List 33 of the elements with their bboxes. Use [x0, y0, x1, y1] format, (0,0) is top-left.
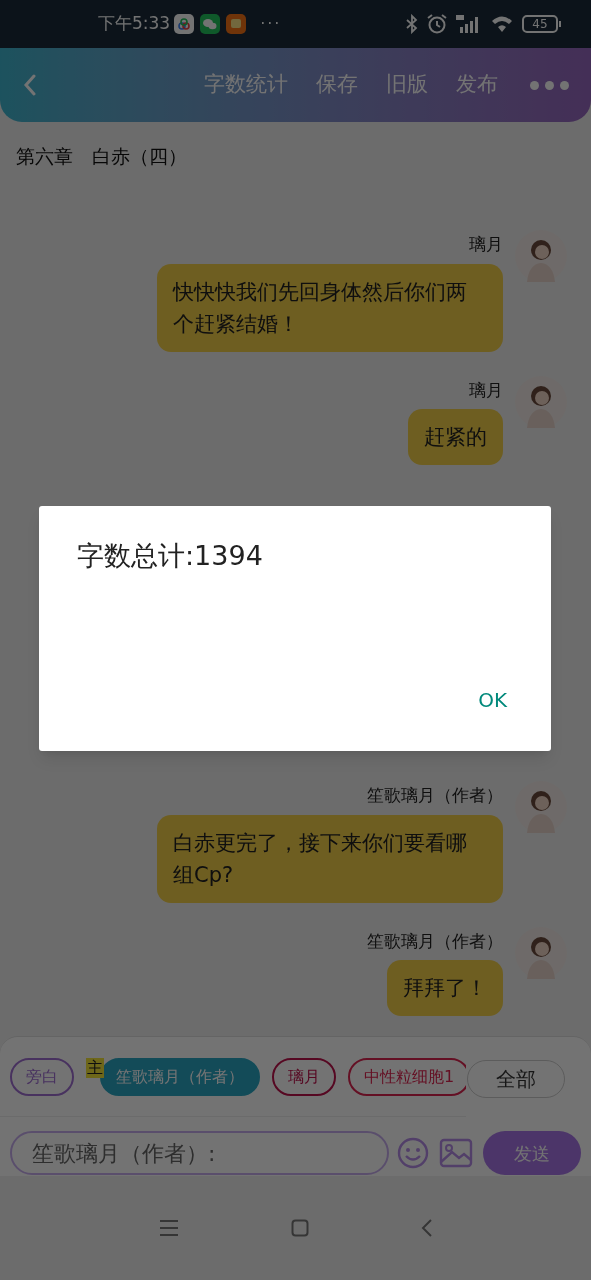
message-input[interactable]: 笙歌璃月（作者）: — [10, 1131, 390, 1175]
back-nav-icon[interactable] — [420, 1218, 433, 1238]
home-icon[interactable] — [290, 1219, 309, 1237]
sender-name: 笙歌璃月（作者） — [367, 929, 503, 953]
message-bubble: 拜拜了！ — [387, 960, 503, 1016]
battery-icon: 45 — [522, 15, 561, 33]
sender-name: 璃月 — [469, 378, 503, 402]
message-bubble: 赶紧的 — [408, 409, 503, 465]
menu-icon[interactable] — [158, 1219, 179, 1237]
more-icon[interactable] — [530, 80, 569, 90]
main-role-badge: 主 — [86, 1057, 104, 1078]
image-icon[interactable] — [439, 1138, 474, 1168]
wifi-icon — [490, 14, 514, 34]
back-icon[interactable] — [22, 74, 38, 96]
role-chip[interactable]: 璃月 — [272, 1057, 336, 1096]
chat-app-icon — [200, 14, 221, 34]
shop-app-icon — [226, 14, 247, 34]
dialog-message: 字数总计:1394 — [77, 539, 263, 573]
cloud-app-icon — [174, 14, 195, 34]
bluetooth-icon — [406, 14, 418, 34]
alarm-icon — [426, 13, 448, 35]
more-notifications: ··· — [260, 13, 282, 35]
ok-button[interactable]: OK — [470, 679, 515, 721]
role-chip[interactable]: 中性粒细胞1 — [348, 1057, 466, 1096]
emoji-icon[interactable] — [397, 1137, 430, 1169]
sender-name: 笙歌璃月（作者） — [367, 784, 503, 807]
message-bubble: 白赤更完了，接下来你们要看哪组Cp? — [157, 814, 503, 903]
chapter-title: 第六章 白赤（四） — [15, 143, 188, 169]
sender-name: 璃月 — [469, 233, 503, 256]
message-bubble: 快快快我们先回身体然后你们两个赶紧结婚！ — [157, 263, 503, 352]
role-chip[interactable]: 旁白 — [10, 1057, 74, 1096]
status-time: 下午5:33 — [98, 12, 171, 36]
all-roles-button[interactable]: 全部 — [467, 1060, 565, 1098]
